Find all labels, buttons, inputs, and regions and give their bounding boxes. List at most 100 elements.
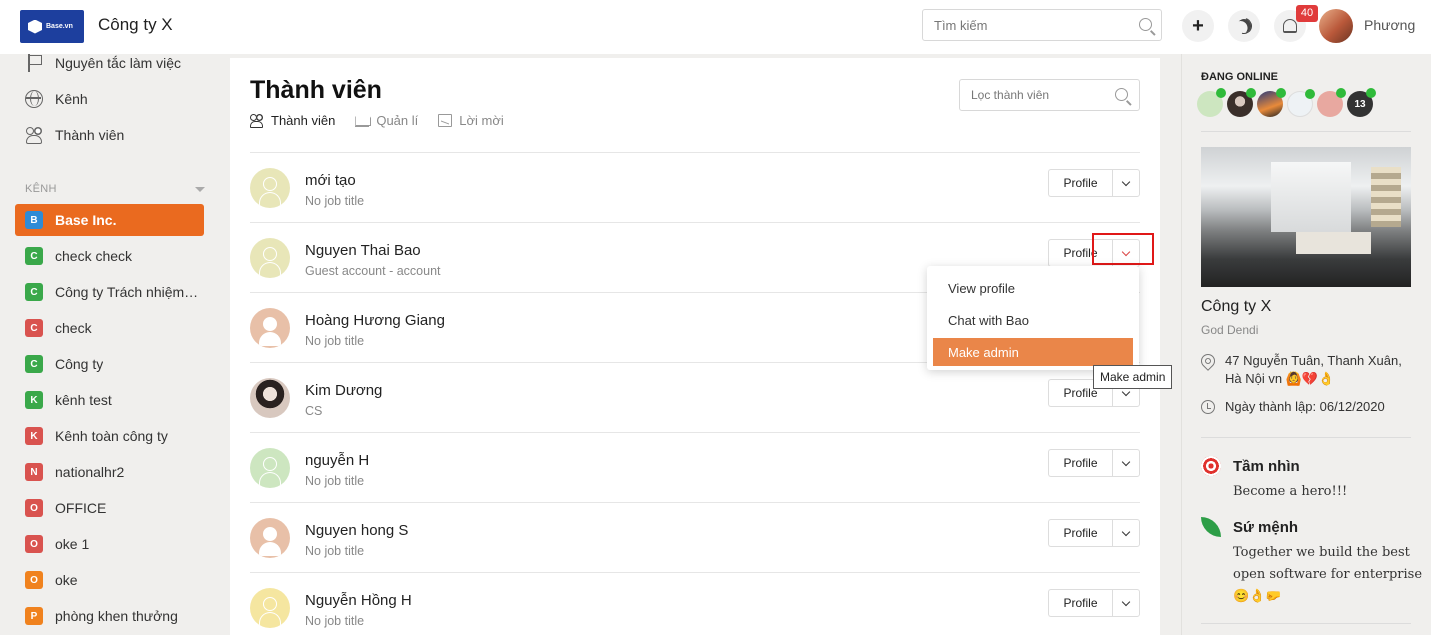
- sidebar-item-label: Thành viên: [55, 127, 125, 143]
- create-button[interactable]: +: [1182, 10, 1214, 42]
- collapse-caret-icon[interactable]: [195, 187, 205, 192]
- member-name[interactable]: Kim Dương: [305, 382, 382, 399]
- company-subtitle: God Dendi: [1201, 323, 1259, 337]
- channel-item[interactable]: N nationalhr2: [15, 456, 204, 488]
- channel-item[interactable]: O oke: [15, 564, 204, 596]
- member-job-title: Guest account - account: [305, 264, 441, 278]
- profile-button[interactable]: Profile: [1048, 519, 1112, 547]
- channel-item[interactable]: O OFFICE: [15, 492, 204, 524]
- user-avatar[interactable]: [1319, 9, 1353, 43]
- tab-members[interactable]: Thành viên: [250, 113, 335, 128]
- online-user-avatar[interactable]: [1227, 88, 1256, 117]
- channel-name: Base Inc.: [55, 212, 117, 228]
- member-name[interactable]: Nguyen Thai Bao: [305, 242, 421, 259]
- top-bar: Base.vn Công ty X + 40 Phương: [0, 0, 1431, 54]
- member-filter-input[interactable]: [960, 80, 1105, 110]
- member-avatar[interactable]: [250, 168, 290, 208]
- channel-badge: K: [25, 391, 43, 409]
- divider: [1201, 131, 1411, 132]
- channel-item[interactable]: B Base Inc.: [15, 204, 204, 236]
- tab-invitations[interactable]: Lời mời: [438, 113, 504, 128]
- member-name[interactable]: Nguyen hong S: [305, 522, 408, 539]
- vision-title: Tầm nhìn: [1233, 457, 1300, 475]
- sidebar-item-members[interactable]: Thành viên: [25, 124, 124, 146]
- channel-badge: O: [25, 535, 43, 553]
- mission-title: Sứ mệnh: [1233, 518, 1299, 536]
- notification-count-badge: 40: [1296, 5, 1318, 22]
- tab-label: Quản lí: [376, 113, 419, 128]
- base-logo[interactable]: Base.vn: [20, 10, 84, 43]
- online-user-avatar[interactable]: [1257, 88, 1286, 117]
- member-row: Nguyễn Hồng H No job title Profile: [250, 573, 1140, 635]
- member-row: mới tạo No job title Profile: [250, 153, 1140, 223]
- search-icon[interactable]: [1115, 88, 1128, 101]
- global-search[interactable]: [922, 9, 1162, 41]
- member-job-title: No job title: [305, 544, 365, 558]
- online-status-dot: [1366, 88, 1376, 98]
- vision-heading: Tầm nhìn: [1201, 456, 1300, 476]
- channel-name: oke 1: [55, 536, 90, 552]
- invite-icon: [438, 114, 453, 127]
- sidebar-item-label: Kênh: [55, 91, 88, 107]
- member-avatar[interactable]: [250, 308, 290, 348]
- member-name[interactable]: Hoàng Hương Giang: [305, 312, 445, 329]
- member-avatar[interactable]: [250, 518, 290, 558]
- channel-item[interactable]: C check: [15, 312, 204, 344]
- member-name[interactable]: Nguyễn Hồng H: [305, 592, 412, 609]
- channel-name: check: [55, 320, 92, 336]
- crown-icon: [355, 114, 370, 127]
- channel-name: kênh test: [55, 392, 112, 408]
- channel-item[interactable]: K kênh test: [15, 384, 204, 416]
- online-user-avatar[interactable]: [1197, 88, 1226, 117]
- member-menu-button[interactable]: [1112, 589, 1140, 617]
- channel-item[interactable]: C check check: [15, 240, 204, 272]
- sidebar-item-label: Nguyên tắc làm việc: [55, 55, 182, 71]
- divider: [1201, 623, 1411, 624]
- channel-badge: P: [25, 607, 43, 625]
- member-avatar-photo[interactable]: [250, 378, 290, 418]
- company-cover-image: [1201, 147, 1411, 287]
- menu-item-chat[interactable]: Chat with Bao: [933, 306, 1133, 334]
- search-icon[interactable]: [1139, 18, 1152, 31]
- profile-button[interactable]: Profile: [1048, 589, 1112, 617]
- left-sidebar: Nguyên tắc làm việc Kênh Thành viên KÊNH…: [0, 54, 218, 635]
- member-menu-button[interactable]: [1112, 449, 1140, 477]
- channel-item[interactable]: O oke 1: [15, 528, 204, 560]
- member-avatar[interactable]: [250, 238, 290, 278]
- menu-item-make-admin[interactable]: Make admin: [933, 338, 1133, 366]
- company-title[interactable]: Công ty X: [98, 15, 173, 35]
- more-online-count[interactable]: 13: [1347, 88, 1376, 117]
- channel-item[interactable]: C Công ty: [15, 348, 204, 380]
- online-count-text: 13: [1354, 98, 1366, 110]
- menu-item-view-profile[interactable]: View profile: [933, 274, 1133, 302]
- profile-button[interactable]: Profile: [1048, 169, 1112, 197]
- member-menu-button[interactable]: [1112, 169, 1140, 197]
- channel-item[interactable]: C Công ty Trách nhiệm hữu hạn: [15, 276, 204, 308]
- online-user-avatar[interactable]: [1287, 89, 1315, 117]
- member-job-title: No job title: [305, 474, 365, 488]
- member-menu-button[interactable]: [1112, 519, 1140, 547]
- member-avatar[interactable]: [250, 588, 290, 628]
- member-job-title: No job title: [305, 334, 365, 348]
- members-icon: [25, 126, 43, 144]
- channel-item[interactable]: K Kênh toàn công ty: [15, 420, 204, 452]
- member-avatar[interactable]: [250, 448, 290, 488]
- channel-name: Kênh toàn công ty: [55, 428, 168, 444]
- channels-section-label: KÊNH: [25, 183, 57, 195]
- member-name[interactable]: nguyễn H: [305, 452, 369, 469]
- online-user-avatar[interactable]: [1317, 88, 1346, 117]
- online-status-dot: [1305, 89, 1315, 99]
- globe-icon: [25, 90, 43, 108]
- profile-button[interactable]: Profile: [1048, 449, 1112, 477]
- member-filter[interactable]: [959, 79, 1140, 111]
- dark-mode-button[interactable]: [1228, 10, 1260, 42]
- user-name[interactable]: Phương: [1364, 17, 1415, 33]
- channel-badge: B: [25, 211, 43, 229]
- channel-badge: C: [25, 319, 43, 337]
- sidebar-item-work-rules[interactable]: Nguyên tắc làm việc: [25, 52, 181, 74]
- member-name[interactable]: mới tạo: [305, 172, 356, 189]
- global-search-input[interactable]: [923, 10, 1123, 40]
- channel-item[interactable]: P phòng khen thưởng: [15, 600, 204, 632]
- sidebar-item-channels[interactable]: Kênh: [25, 88, 88, 110]
- tab-managers[interactable]: Quản lí: [355, 113, 418, 128]
